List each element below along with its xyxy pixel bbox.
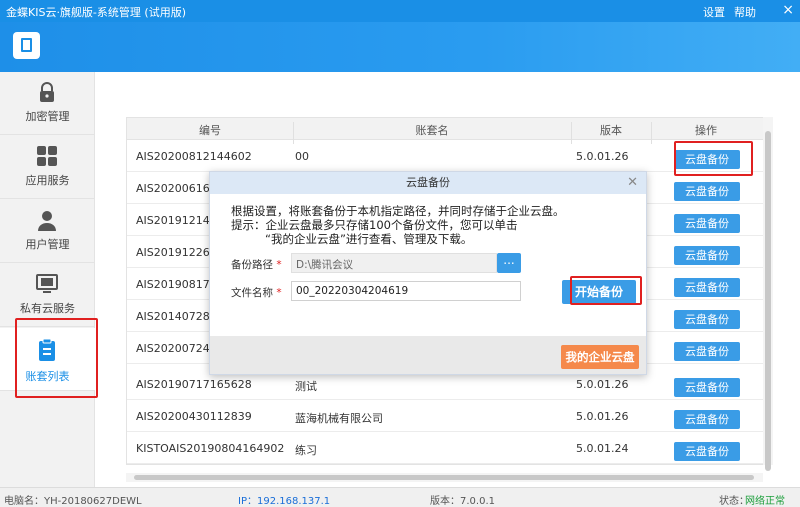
cloud-backup-button[interactable]: 云盘备份 xyxy=(674,342,740,361)
sidebar-item-label: 用户管理 xyxy=(25,238,70,251)
cloud-backup-button[interactable]: 云盘备份 xyxy=(674,410,740,429)
lock-icon xyxy=(40,82,54,102)
browse-button[interactable]: ... xyxy=(497,253,521,273)
cloud-backup-button[interactable]: 云盘备份 xyxy=(674,310,740,329)
cloud-backup-button[interactable]: 云盘备份 xyxy=(674,378,740,397)
highlight-box-start-backup xyxy=(570,276,642,305)
cell-code: AIS20190717165628 xyxy=(136,378,252,391)
status-bar: 电脑名：YH-20180627DEWL IP：192.168.137.1 版本：… xyxy=(0,487,800,507)
cell-version: 5.0.01.26 xyxy=(576,150,629,163)
close-icon[interactable]: × xyxy=(782,2,794,18)
highlight-box-sidebar xyxy=(15,318,98,398)
close-icon[interactable]: ✕ xyxy=(627,175,638,190)
network-status: 网络正常 xyxy=(745,496,785,507)
cell-name: 练习 xyxy=(295,444,317,457)
sidebar-item-app-services[interactable]: 应用服务 xyxy=(0,136,95,199)
cell-name: 测试 xyxy=(295,380,317,393)
column-header-version: 版本 xyxy=(600,124,622,137)
dialog-title: 云盘备份 xyxy=(210,172,646,194)
cloud-backup-button[interactable]: 云盘备份 xyxy=(674,214,740,233)
sidebar-item-user-management[interactable]: 用户管理 xyxy=(0,200,95,263)
apps-grid-icon xyxy=(37,146,57,166)
cloud-backup-button[interactable]: 云盘备份 xyxy=(674,278,740,297)
monitor-icon xyxy=(36,274,58,293)
path-label: 备份路径 * xyxy=(231,259,282,271)
cloud-backup-dialog: 云盘备份 ✕ 根据设置，将账套备份于本机指定路径，并同时存储于企业云盘。 提示：… xyxy=(209,171,647,375)
cloud-backup-button[interactable]: 云盘备份 xyxy=(674,442,740,461)
app-header xyxy=(0,22,800,72)
backup-path-field[interactable]: D:\腾讯会议 xyxy=(291,253,497,273)
cell-code: AIS20200812144602 xyxy=(136,150,252,163)
title-bar: 金蝶KIS云·旗舰版-系统管理 (试用版) 设置 帮助 × xyxy=(0,0,800,22)
column-header-action: 操作 xyxy=(695,124,717,137)
user-icon xyxy=(38,211,56,231)
cloud-backup-button[interactable]: 云盘备份 xyxy=(674,182,740,201)
table-header: 编号 账套名 版本 操作 xyxy=(127,118,772,144)
cell-version: 5.0.01.26 xyxy=(576,378,629,391)
window-title: 金蝶KIS云·旗舰版-系统管理 (试用版) xyxy=(6,6,186,19)
cell-version: 5.0.01.24 xyxy=(576,442,629,455)
scrollbar-thumb[interactable] xyxy=(765,131,771,471)
app-logo-icon xyxy=(13,32,40,59)
sidebar-item-label: 加密管理 xyxy=(25,110,70,123)
vertical-scrollbar[interactable] xyxy=(763,117,773,471)
filename-field[interactable]: 00_20220304204619 xyxy=(291,281,521,301)
app-version: 版本：7.0.0.1 xyxy=(430,496,495,507)
sidebar: 加密管理 应用服务 用户管理 私有云服务 账套列表 xyxy=(0,72,95,487)
my-enterprise-cloud-button[interactable]: 我的企业云盘 xyxy=(561,345,639,369)
ip-address: IP：192.168.137.1 xyxy=(238,496,331,507)
cell-name: 00 xyxy=(295,150,309,163)
sidebar-item-label: 应用服务 xyxy=(25,174,70,187)
cell-code: KISTOAIS20190804164902 xyxy=(136,442,285,455)
table-row[interactable]: AIS20200430112839 蓝海机械有限公司 5.0.01.26 云盘备… xyxy=(127,400,763,432)
cell-code: AIS20200430112839 xyxy=(136,410,252,423)
dialog-hint-continued: “我的企业云盘”进行查看、管理及下载。 xyxy=(265,232,473,246)
help-link[interactable]: 帮助 xyxy=(734,4,756,20)
cloud-backup-button[interactable]: 云盘备份 xyxy=(674,246,740,265)
sidebar-item-label: 私有云服务 xyxy=(20,302,75,315)
cell-version: 5.0.01.26 xyxy=(576,410,629,423)
column-header-code: 编号 xyxy=(199,124,221,137)
highlight-box-first-backup xyxy=(674,141,753,176)
table-row[interactable]: AIS20200812144602 00 5.0.01.26 云盘备份 xyxy=(127,140,763,172)
computer-name: 电脑名：YH-20180627DEWL xyxy=(4,496,142,507)
cell-name: 蓝海机械有限公司 xyxy=(295,412,383,425)
horizontal-scrollbar[interactable] xyxy=(126,473,763,482)
scrollbar-thumb[interactable] xyxy=(134,475,754,480)
filename-label: 文件名称 * xyxy=(231,287,282,299)
settings-link[interactable]: 设置 xyxy=(703,4,725,20)
column-header-name: 账套名 xyxy=(415,124,449,137)
table-row[interactable]: KISTOAIS20190804164902 练习 5.0.01.24 云盘备份 xyxy=(127,432,763,464)
sidebar-item-encryption[interactable]: 加密管理 xyxy=(0,72,95,135)
